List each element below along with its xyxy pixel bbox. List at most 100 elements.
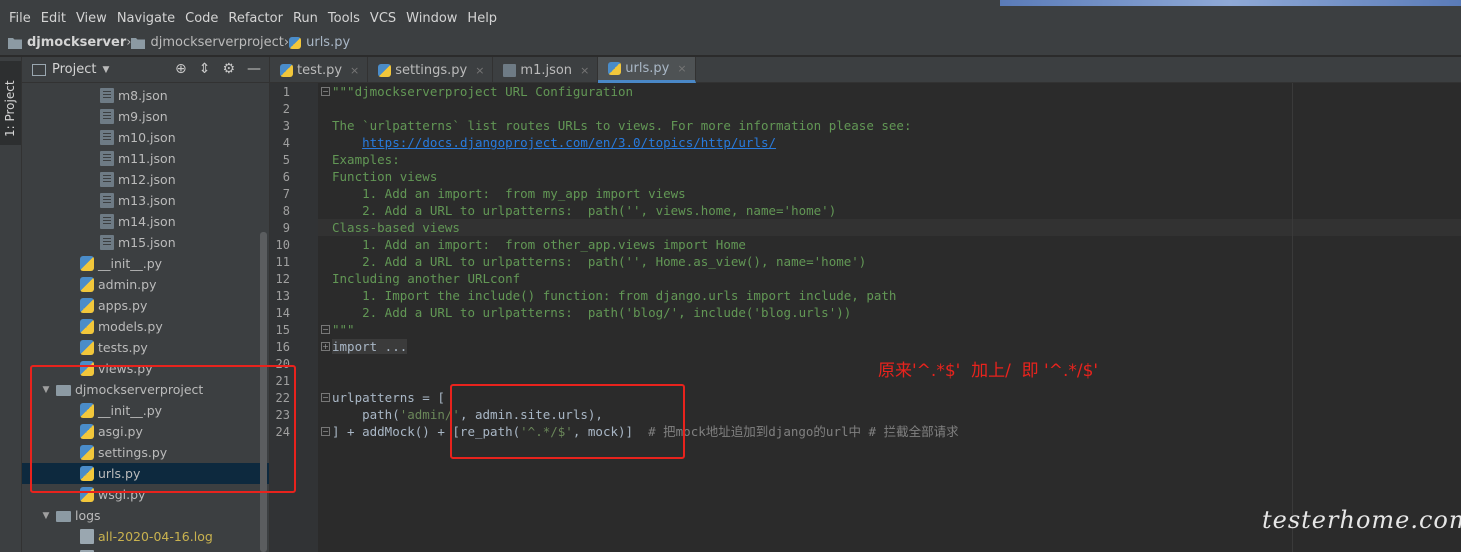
- locate-icon[interactable]: ⊕: [175, 61, 187, 77]
- code-comment: # 把mock地址追加到django的url中 # 拦截全部请求: [648, 424, 959, 439]
- annotation-box-code: [450, 384, 685, 459]
- code-line-11: 2. Add a URL to urlpatterns: path('', Ho…: [332, 254, 867, 269]
- collapse-all-icon[interactable]: ⇕: [199, 61, 211, 77]
- folder-icon: [8, 37, 22, 49]
- tree-file[interactable]: m10.json: [22, 127, 269, 148]
- menu-navigate[interactable]: Navigate: [112, 11, 180, 26]
- menu-code[interactable]: Code: [180, 11, 223, 26]
- tree-folder[interactable]: ▼ logs: [22, 505, 269, 526]
- code-line-9: Class-based views: [332, 220, 460, 235]
- editor-tab[interactable]: test.py ×: [270, 57, 369, 83]
- menu-vcs[interactable]: VCS: [365, 11, 401, 26]
- fold-marker[interactable]: +: [321, 342, 330, 351]
- tree-file[interactable]: __init__.py: [22, 253, 269, 274]
- tree-file[interactable]: tests.py: [22, 337, 269, 358]
- tree-item-label: m14.json: [118, 214, 176, 229]
- line-number: 13: [275, 289, 290, 303]
- python-file-icon: [289, 36, 302, 49]
- tree-file[interactable]: m13.json: [22, 190, 269, 211]
- menu-tools[interactable]: Tools: [323, 11, 365, 26]
- tree-file[interactable]: apps.py: [22, 295, 269, 316]
- json-file-icon: [100, 130, 114, 145]
- tree-item-label: m10.json: [118, 130, 176, 145]
- fold-marker[interactable]: −: [321, 427, 330, 436]
- project-panel-header: Project ▼ ⊕ ⇕ ⚙ —: [22, 57, 269, 83]
- menu-help[interactable]: Help: [462, 11, 502, 26]
- project-tool-tab[interactable]: 1: Project: [0, 61, 21, 145]
- tree-item-label: m9.json: [118, 109, 168, 124]
- editor-tab-label: settings.py: [395, 62, 468, 78]
- tree-file[interactable]: admin.py: [22, 274, 269, 295]
- project-view-selector[interactable]: Project: [52, 62, 96, 77]
- tree-item-label: __init__.py: [98, 256, 163, 271]
- tree-file[interactable]: m9.json: [22, 106, 269, 127]
- tree-file[interactable]: m8.json: [22, 85, 269, 106]
- menu-edit[interactable]: Edit: [36, 11, 71, 26]
- breadcrumb-project-label: djmockserver: [27, 35, 127, 50]
- minimize-icon[interactable]: —: [247, 61, 261, 77]
- editor-tab-label: urls.py: [625, 61, 670, 76]
- python-file-icon: [80, 340, 94, 355]
- json-file-icon: [100, 214, 114, 229]
- current-line-highlight: [318, 219, 1461, 236]
- line-number: 8: [282, 204, 290, 218]
- tree-file[interactable]: m12.json: [22, 169, 269, 190]
- tree-file[interactable]: error-2020-04-16.log: [22, 547, 269, 552]
- tree-file[interactable]: m14.json: [22, 211, 269, 232]
- folder-icon: [131, 37, 146, 49]
- close-icon[interactable]: ×: [580, 64, 589, 77]
- editor-tab[interactable]: m1.json ×: [493, 57, 599, 83]
- menu-file[interactable]: File: [4, 11, 36, 26]
- fold-marker[interactable]: −: [321, 325, 330, 334]
- chevron-down-icon[interactable]: ▼: [102, 65, 109, 75]
- code-line-5: Examples:: [332, 152, 400, 167]
- fold-marker[interactable]: −: [321, 87, 330, 96]
- code-line-7: 1. Add an import: from my_app import vie…: [332, 186, 686, 201]
- tree-item-label: m8.json: [118, 88, 168, 103]
- json-file-icon: [100, 151, 114, 166]
- log-file-icon: [80, 529, 94, 544]
- tree-item-label: tests.py: [98, 340, 148, 355]
- gear-icon[interactable]: ⚙: [222, 61, 235, 77]
- close-icon[interactable]: ×: [475, 64, 484, 77]
- project-tool-tab-label: 1: Project: [3, 80, 17, 137]
- folder-icon: [56, 511, 71, 522]
- line-number: 1: [282, 85, 290, 99]
- json-file-icon: [100, 172, 114, 187]
- line-number: 14: [275, 306, 290, 320]
- close-icon[interactable]: ×: [350, 64, 359, 77]
- python-file-icon: [80, 298, 94, 313]
- close-icon[interactable]: ×: [677, 62, 686, 75]
- annotation-box-tree: [30, 365, 296, 493]
- editor-tab-label: test.py: [297, 62, 343, 78]
- line-number: 2: [282, 102, 290, 116]
- docs-link[interactable]: https://docs.djangoproject.com/en/3.0/to…: [362, 135, 776, 150]
- chevron-down-icon[interactable]: ▼: [40, 511, 52, 521]
- breadcrumb-package[interactable]: djmockserverproject: [131, 35, 284, 50]
- breadcrumb-project[interactable]: djmockserver: [8, 35, 126, 50]
- code-line-12: Including another URLconf: [332, 271, 521, 286]
- menu-refactor[interactable]: Refactor: [223, 11, 288, 26]
- tree-item-label: admin.py: [98, 277, 157, 292]
- code-line-4: https://docs.djangoproject.com/en/3.0/to…: [332, 134, 776, 151]
- editor-tab[interactable]: urls.py ×: [598, 57, 696, 83]
- fold-marker[interactable]: −: [321, 393, 330, 402]
- menu-view[interactable]: View: [71, 11, 112, 26]
- python-file-icon: [80, 256, 94, 271]
- python-file-icon: [80, 319, 94, 334]
- editor-tab[interactable]: settings.py ×: [368, 57, 494, 83]
- menu-run[interactable]: Run: [288, 11, 323, 26]
- tree-file[interactable]: all-2020-04-16.log: [22, 526, 269, 547]
- tree-item-label: m15.json: [118, 235, 176, 250]
- json-file-icon: [100, 235, 114, 250]
- tree-file[interactable]: m11.json: [22, 148, 269, 169]
- code-editor[interactable]: 1 2 3 4 5 6 7 8 9 10 11 12 13 14 15 16 20 21 22 23 24 − − + …: [270, 83, 1461, 552]
- code-line-6: Function views: [332, 169, 438, 184]
- tree-file[interactable]: models.py: [22, 316, 269, 337]
- code-line-3: The `urlpatterns` list routes URLs to vi…: [332, 118, 912, 133]
- breadcrumb-file[interactable]: urls.py: [289, 35, 350, 50]
- folded-imports[interactable]: import ...: [332, 339, 408, 354]
- menu-window[interactable]: Window: [401, 11, 462, 26]
- left-tool-strip: 1: Project: [0, 57, 22, 552]
- tree-file[interactable]: m15.json: [22, 232, 269, 253]
